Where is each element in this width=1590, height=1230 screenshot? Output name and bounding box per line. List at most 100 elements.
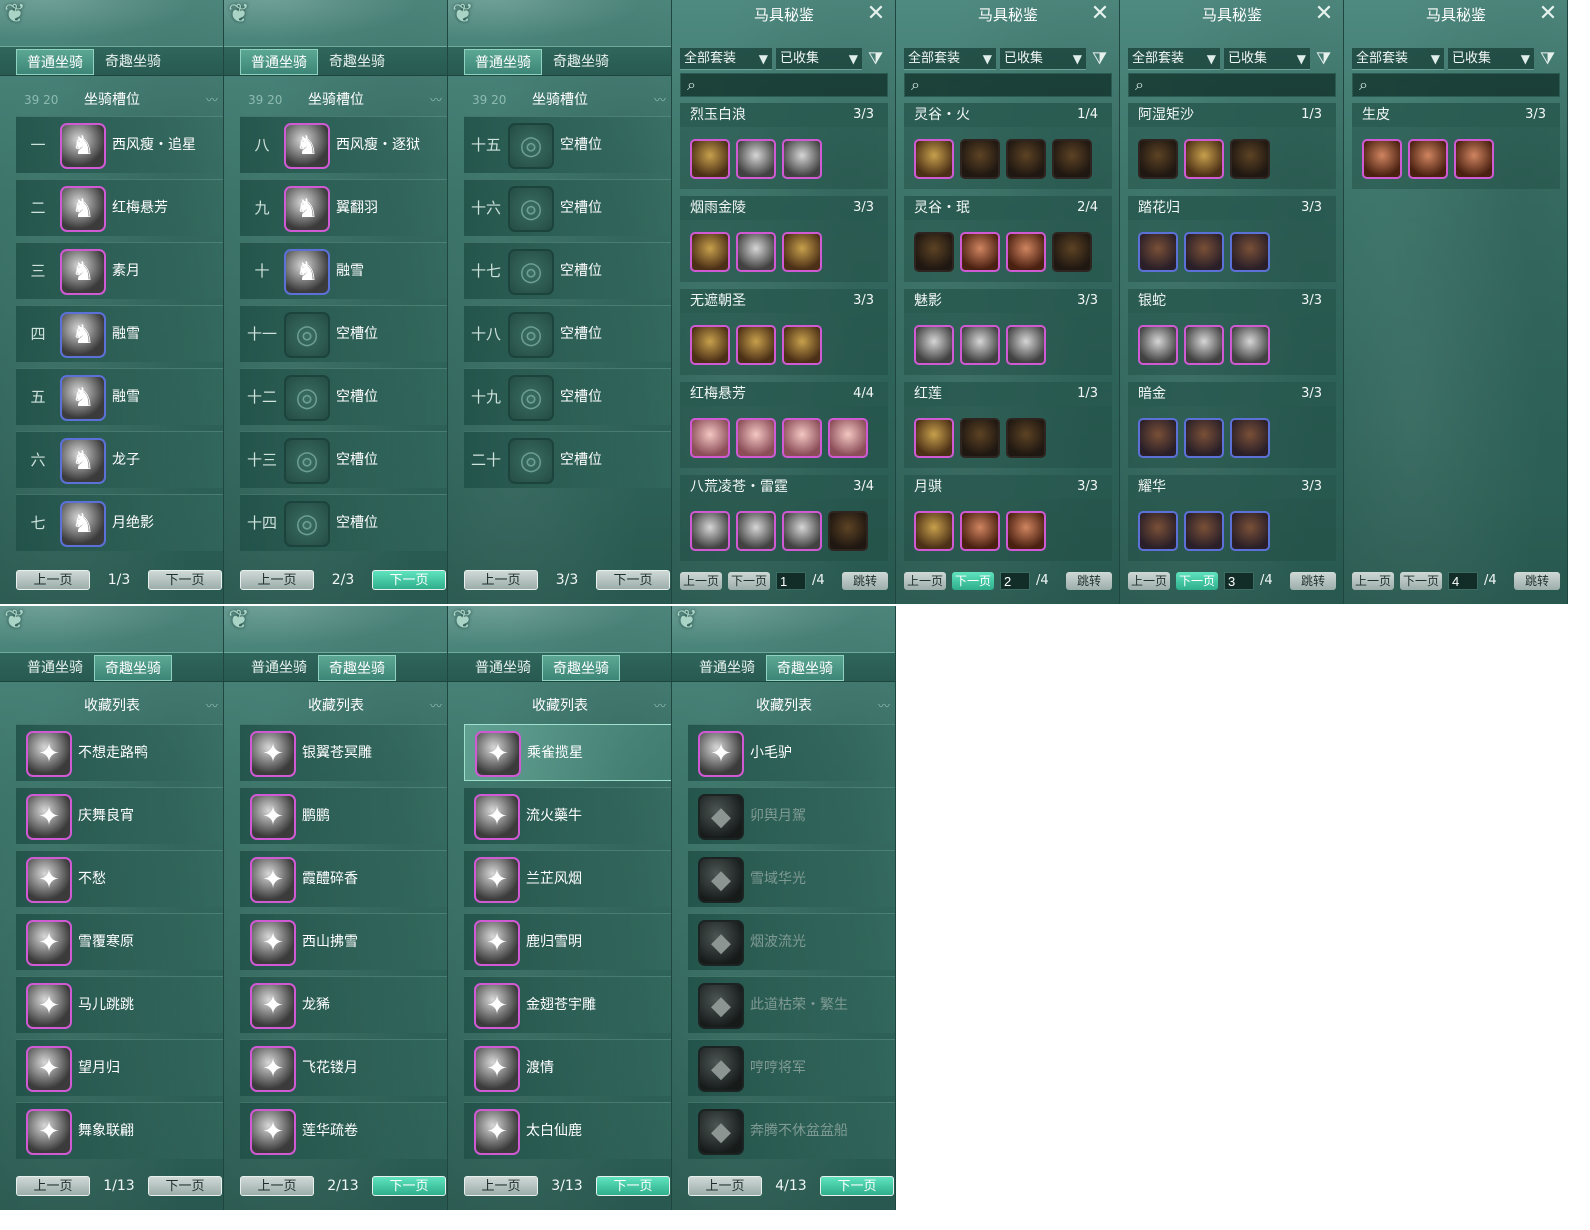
- saddle-item-icon[interactable]: [782, 511, 822, 551]
- collected-filter-dropdown[interactable]: 已收集 ▼: [776, 48, 862, 70]
- saddle-item-icon[interactable]: [1184, 418, 1224, 458]
- collection-row[interactable]: ✦ 流火藥牛: [464, 787, 671, 844]
- saddle-item-icon[interactable]: [690, 232, 730, 272]
- search-input[interactable]: [1377, 76, 1555, 94]
- saddle-item-icon[interactable]: [914, 139, 954, 179]
- tab-fun-mounts[interactable]: 奇趣坐骑: [542, 49, 620, 75]
- tab-fun-mounts[interactable]: 奇趣坐骑: [94, 49, 172, 75]
- saddle-item-icon[interactable]: [1184, 325, 1224, 365]
- tab-normal-mounts[interactable]: 普通坐骑: [688, 655, 766, 681]
- page-number-input[interactable]: [776, 572, 806, 590]
- mount-slot-row[interactable]: 六 ♞ 龙子: [16, 431, 223, 488]
- collection-row[interactable]: ✦ 兰芷风烟: [464, 850, 671, 907]
- saddle-item-icon[interactable]: [914, 418, 954, 458]
- collection-row[interactable]: ✦ 霞醴碎香: [240, 850, 447, 907]
- locked-saddle-item-icon[interactable]: [1052, 139, 1092, 179]
- saddle-item-icon[interactable]: [736, 232, 776, 272]
- saddle-item-icon[interactable]: [690, 139, 730, 179]
- next-page-button[interactable]: 下一页: [148, 1176, 222, 1196]
- saddle-item-icon[interactable]: [690, 418, 730, 458]
- saddle-item-icon[interactable]: [1138, 232, 1178, 272]
- empty-slot-row[interactable]: 十九 ◎ 空槽位: [464, 368, 671, 425]
- collection-row[interactable]: ◆ 哼哼将军: [688, 1039, 895, 1096]
- next-page-button[interactable]: 下一页: [820, 1176, 894, 1196]
- empty-slot-row[interactable]: 十七 ◎ 空槽位: [464, 242, 671, 299]
- locked-saddle-item-icon[interactable]: [1138, 139, 1178, 179]
- collection-row[interactable]: ✦ 小毛驴: [688, 724, 895, 781]
- tab-normal-mounts[interactable]: 普通坐骑: [16, 655, 94, 681]
- tab-fun-mounts[interactable]: 奇趣坐骑: [318, 49, 396, 75]
- saddle-item-icon[interactable]: [782, 232, 822, 272]
- saddle-item-icon[interactable]: [914, 325, 954, 365]
- next-page-button[interactable]: 下一页: [148, 570, 222, 590]
- empty-slot-row[interactable]: 十八 ◎ 空槽位: [464, 305, 671, 362]
- prev-page-button[interactable]: 上一页: [1128, 572, 1170, 590]
- collection-row[interactable]: ◆ 此道枯荣・繁生: [688, 976, 895, 1033]
- locked-saddle-item-icon[interactable]: [914, 232, 954, 272]
- mount-slot-row[interactable]: 八 ♞ 西风瘦・逐狱: [240, 116, 447, 173]
- saddle-item-icon[interactable]: [1408, 139, 1448, 179]
- saddle-item-icon[interactable]: [1230, 511, 1270, 551]
- locked-saddle-item-icon[interactable]: [1006, 139, 1046, 179]
- collection-row[interactable]: ✦ 望月归: [16, 1039, 223, 1096]
- page-number-input[interactable]: [1448, 572, 1478, 590]
- prev-page-button[interactable]: 上一页: [688, 1176, 762, 1196]
- saddle-item-icon[interactable]: [960, 232, 1000, 272]
- collection-row[interactable]: ✦ 乘雀揽星: [464, 724, 671, 781]
- set-filter-dropdown[interactable]: 全部套装 ▼: [1352, 48, 1444, 70]
- saddle-item-icon[interactable]: [960, 511, 1000, 551]
- locked-saddle-item-icon[interactable]: [1230, 139, 1270, 179]
- filter-icon[interactable]: ⧩: [1540, 48, 1560, 70]
- saddle-item-icon[interactable]: [1184, 232, 1224, 272]
- prev-page-button[interactable]: 上一页: [16, 1176, 90, 1196]
- next-page-button[interactable]: 下一页: [372, 570, 446, 590]
- collection-row[interactable]: ✦ 龙豨: [240, 976, 447, 1033]
- empty-slot-row[interactable]: 十三 ◎ 空槽位: [240, 431, 447, 488]
- search-input[interactable]: [705, 76, 883, 94]
- saddle-item-icon[interactable]: [914, 511, 954, 551]
- empty-slot-row[interactable]: 十四 ◎ 空槽位: [240, 494, 447, 551]
- filter-icon[interactable]: ⧩: [1092, 48, 1112, 70]
- filter-icon[interactable]: ⧩: [868, 48, 888, 70]
- saddle-item-icon[interactable]: [1362, 139, 1402, 179]
- jump-button[interactable]: 跳转: [1514, 572, 1560, 590]
- saddle-item-icon[interactable]: [1230, 418, 1270, 458]
- next-page-button[interactable]: 下一页: [728, 572, 770, 590]
- saddle-item-icon[interactable]: [960, 325, 1000, 365]
- next-page-button[interactable]: 下一页: [372, 1176, 446, 1196]
- page-number-input[interactable]: [1224, 572, 1254, 590]
- next-page-button[interactable]: 下一页: [952, 572, 994, 590]
- mount-slot-row[interactable]: 一 ♞ 西风瘦・追星: [16, 116, 223, 173]
- locked-saddle-item-icon[interactable]: [1006, 418, 1046, 458]
- saddle-item-icon[interactable]: [1230, 232, 1270, 272]
- collection-row[interactable]: ✦ 马儿跳跳: [16, 976, 223, 1033]
- saddle-item-icon[interactable]: [1454, 139, 1494, 179]
- empty-slot-row[interactable]: 二十 ◎ 空槽位: [464, 431, 671, 488]
- next-page-button[interactable]: 下一页: [596, 570, 670, 590]
- collected-filter-dropdown[interactable]: 已收集 ▼: [1224, 48, 1310, 70]
- collection-row[interactable]: ✦ 不想走路鸭: [16, 724, 223, 781]
- prev-page-button[interactable]: 上一页: [464, 570, 538, 590]
- collection-row[interactable]: ✦ 鹿归雪明: [464, 913, 671, 970]
- next-page-button[interactable]: 下一页: [596, 1176, 670, 1196]
- saddle-item-icon[interactable]: [736, 325, 776, 365]
- saddle-item-icon[interactable]: [1138, 418, 1178, 458]
- collection-row[interactable]: ◆ 雪域华光: [688, 850, 895, 907]
- empty-slot-row[interactable]: 十六 ◎ 空槽位: [464, 179, 671, 236]
- prev-page-button[interactable]: 上一页: [240, 1176, 314, 1196]
- mount-slot-row[interactable]: 四 ♞ 融雪: [16, 305, 223, 362]
- close-icon[interactable]: ✕: [1089, 3, 1111, 25]
- mount-slot-row[interactable]: 七 ♞ 月绝影: [16, 494, 223, 551]
- jump-button[interactable]: 跳转: [842, 572, 888, 590]
- collection-row[interactable]: ◆ 烟波流光: [688, 913, 895, 970]
- close-icon[interactable]: ✕: [865, 3, 887, 25]
- collection-row[interactable]: ✦ 庆舞良宵: [16, 787, 223, 844]
- search-input[interactable]: [1153, 76, 1331, 94]
- collection-row[interactable]: ✦ 飞花镂月: [240, 1039, 447, 1096]
- saddle-item-icon[interactable]: [1006, 232, 1046, 272]
- set-filter-dropdown[interactable]: 全部套装 ▼: [904, 48, 996, 70]
- collected-filter-dropdown[interactable]: 已收集 ▼: [1448, 48, 1534, 70]
- locked-saddle-item-icon[interactable]: [828, 511, 868, 551]
- tab-normal-mounts[interactable]: 普通坐骑: [240, 49, 318, 75]
- mount-slot-row[interactable]: 三 ♞ 素月: [16, 242, 223, 299]
